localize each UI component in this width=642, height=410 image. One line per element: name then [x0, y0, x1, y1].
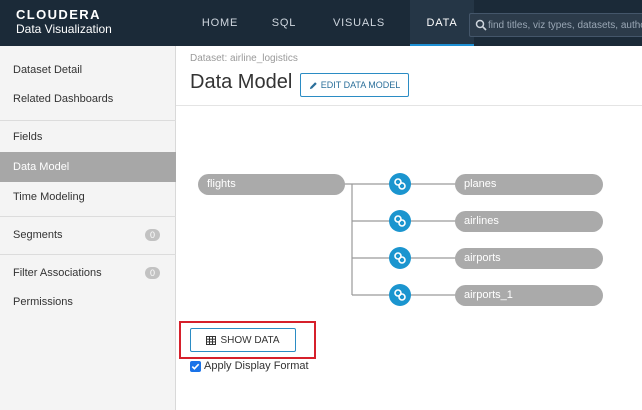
- brand-product: Data Visualization: [16, 22, 112, 36]
- table-node-airports[interactable]: airports: [455, 248, 603, 269]
- apply-display-format-label: Apply Display Format: [204, 360, 309, 372]
- table-node-flights[interactable]: flights: [198, 174, 345, 195]
- table-node-airlines[interactable]: airlines: [455, 211, 603, 232]
- nav-sql[interactable]: SQL: [254, 0, 314, 46]
- show-data-button[interactable]: SHOW DATA: [190, 328, 296, 352]
- table-node-airports-1[interactable]: airports_1: [455, 285, 603, 306]
- apply-display-format-checkbox[interactable]: [190, 360, 201, 372]
- edit-data-model-button[interactable]: EDIT DATA MODEL: [300, 73, 409, 97]
- search-icon[interactable]: [475, 19, 487, 31]
- sidebar-divider: [0, 120, 176, 121]
- edit-data-model-label: EDIT DATA MODEL: [320, 80, 401, 90]
- sidebar-item-related-dashboards[interactable]: Related Dashboards: [0, 84, 176, 114]
- join-link-icon[interactable]: [389, 173, 411, 195]
- apply-display-format-option[interactable]: Apply Display Format: [190, 360, 309, 372]
- search-box: [469, 13, 642, 37]
- sidebar-divider: [0, 216, 176, 217]
- check-icon: [191, 363, 200, 370]
- join-link-icon[interactable]: [389, 284, 411, 306]
- sidebar-item-label: Segments: [13, 229, 63, 241]
- data-model-diagram: flights planes airlines airports airport…: [176, 106, 642, 336]
- table-icon: [206, 335, 217, 345]
- join-link-icon[interactable]: [389, 210, 411, 232]
- sidebar-divider: [0, 254, 176, 255]
- sidebar-item-label: Filter Associations: [13, 267, 102, 279]
- filter-associations-count-badge: 0: [145, 267, 160, 279]
- sidebar-item-fields[interactable]: Fields: [0, 122, 176, 152]
- segments-count-badge: 0: [145, 229, 160, 241]
- nav-home[interactable]: HOME: [186, 0, 254, 46]
- show-data-label: SHOW DATA: [220, 334, 280, 346]
- main-nav: HOME SQL VISUALS DATA: [186, 0, 474, 46]
- nav-data[interactable]: DATA: [410, 0, 474, 46]
- brand-name: CLOUDERA: [16, 7, 101, 22]
- search-input[interactable]: [488, 14, 642, 36]
- nav-visuals[interactable]: VISUALS: [314, 0, 404, 46]
- breadcrumb: Dataset: airline_logistics: [190, 53, 298, 64]
- sidebar-item-permissions[interactable]: Permissions: [0, 287, 176, 317]
- brand-logo[interactable]: CLOUDERA Data Visualization: [16, 7, 112, 37]
- table-node-planes[interactable]: planes: [455, 174, 603, 195]
- pencil-icon: [309, 81, 317, 89]
- sidebar-item-dataset-detail[interactable]: Dataset Detail: [0, 55, 176, 85]
- join-link-icon[interactable]: [389, 247, 411, 269]
- dataset-sidebar: Dataset Detail Related Dashboards Fields…: [0, 46, 176, 410]
- sidebar-item-time-modeling[interactable]: Time Modeling: [0, 182, 176, 212]
- top-navigation-bar: CLOUDERA Data Visualization HOME SQL VIS…: [0, 0, 642, 46]
- sidebar-item-filter-associations[interactable]: Filter Associations 0: [0, 258, 176, 288]
- sidebar-item-data-model[interactable]: Data Model: [0, 152, 176, 182]
- sidebar-item-segments[interactable]: Segments 0: [0, 220, 176, 250]
- page-title: Data Model: [190, 71, 293, 93]
